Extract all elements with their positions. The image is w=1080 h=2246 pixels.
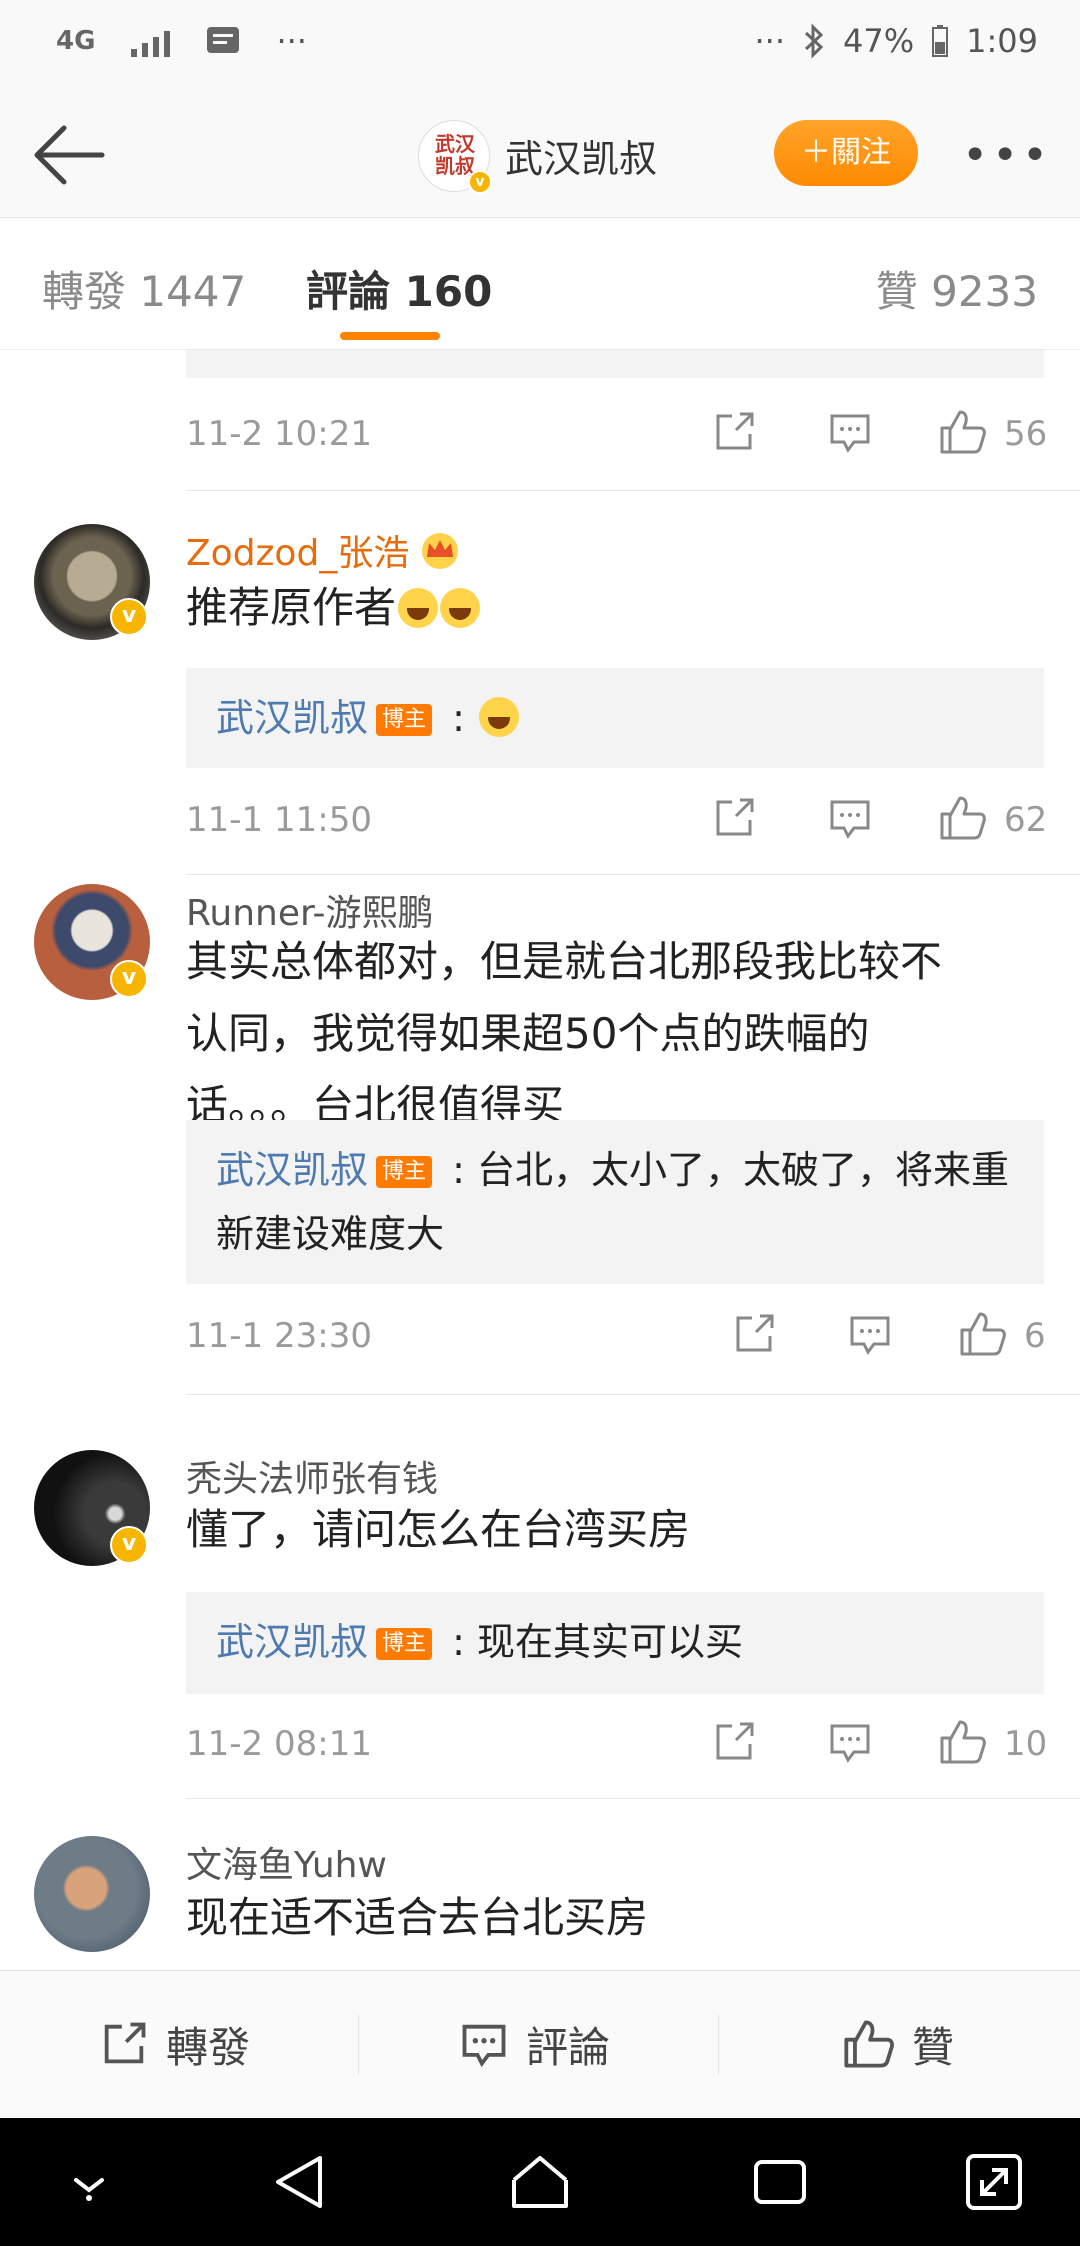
- battery-icon: [932, 25, 949, 57]
- reply-box[interactable]: 武汉凯叔 博主 : 台北，太小了，太破了，将来重新建设难度大: [186, 1120, 1044, 1284]
- comment-meta: 11-2 08:11 10: [186, 1714, 1048, 1774]
- comment-label: 評論: [526, 2022, 611, 2072]
- divider: [186, 874, 1080, 875]
- comment-text: 其实总体都对，但是就台北那段我比较不认同，我觉得如果超50个点的跌幅的话。。。台…: [186, 937, 943, 1130]
- reply-text: : 现在其实可以买: [440, 1620, 743, 1664]
- like-icon: [844, 2020, 894, 2068]
- more-status-indicator: ···: [754, 22, 786, 60]
- back-nav-icon[interactable]: [270, 2150, 330, 2214]
- reply-author[interactable]: 武汉凯叔: [216, 696, 368, 740]
- clock: 1:09: [966, 22, 1038, 60]
- comment-text: 懂了，请问怎么在台湾买房: [186, 1505, 691, 1554]
- verified-badge-icon: v: [110, 960, 148, 998]
- message-icon: [207, 27, 240, 53]
- system-navigation-bar: [0, 2118, 1080, 2246]
- comment-list[interactable]: 11-2 10:21 56 v Zodzod_张浩 推荐原作者 武汉凯叔 博主 :…: [0, 350, 1080, 1970]
- comment-text: 现在适不适合去台北买房: [186, 1893, 649, 1942]
- like-count: 6: [1024, 1316, 1046, 1356]
- share-icon[interactable]: [710, 794, 758, 842]
- comment-time: 11-2 10:21: [186, 414, 372, 454]
- repost-label: 轉發: [166, 2022, 251, 2072]
- reply-box[interactable]: 武汉凯叔 博主 : 现在其实可以买: [186, 1592, 1044, 1694]
- like-icon[interactable]: [938, 1718, 988, 1766]
- like-label: 贊: [912, 2022, 955, 2072]
- share-icon[interactable]: [710, 1718, 758, 1766]
- more-notifications-indicator: ···: [276, 22, 307, 60]
- rotate-screen-icon[interactable]: [962, 2150, 1026, 2214]
- like-icon[interactable]: [958, 1310, 1008, 1358]
- comment-icon: [462, 2024, 506, 2068]
- divider: [186, 490, 1080, 491]
- separator: [358, 2015, 359, 2075]
- reply-box[interactable]: [186, 350, 1044, 378]
- reply-author[interactable]: 武汉凯叔: [216, 1148, 368, 1192]
- follow-button[interactable]: ＋關注: [774, 120, 918, 186]
- back-arrow-icon[interactable]: [30, 120, 110, 190]
- share-icon[interactable]: [730, 1310, 778, 1358]
- comment-time: 11-1 11:50: [186, 800, 372, 840]
- verified-badge-icon: v: [468, 170, 492, 194]
- comment-icon[interactable]: [826, 794, 874, 842]
- comment-button[interactable]: 評論: [458, 2009, 610, 2079]
- comment-icon[interactable]: [826, 408, 874, 456]
- status-bar: 4G ··· ··· 47% 1:09: [0, 0, 1080, 90]
- home-nav-icon[interactable]: [508, 2150, 572, 2214]
- grinning-emoji-icon: [479, 697, 519, 737]
- divider: [186, 1394, 1080, 1395]
- bottom-action-bar: 轉發 評論 贊: [0, 1970, 1080, 2118]
- like-count: 62: [1004, 800, 1048, 840]
- laughing-emoji-icon: [398, 588, 439, 628]
- crown-icon: [422, 533, 459, 569]
- author-name[interactable]: 武汉凯叔: [505, 128, 657, 183]
- like-icon[interactable]: [938, 408, 988, 456]
- separator: [718, 2015, 719, 2075]
- more-options-icon[interactable]: •••: [962, 130, 1052, 181]
- recent-apps-icon[interactable]: [748, 2150, 812, 2214]
- author-tag: 博主: [376, 704, 433, 736]
- comment-icon[interactable]: [846, 1310, 894, 1358]
- commenter-name[interactable]: 文海鱼Yuhw: [186, 1836, 387, 1888]
- comment-icon[interactable]: [826, 1718, 874, 1766]
- like-count: 10: [1004, 1724, 1048, 1764]
- bluetooth-icon: [804, 23, 824, 59]
- like-button[interactable]: 贊: [842, 2009, 954, 2079]
- comment-meta: 11-1 11:50 62: [186, 790, 1048, 850]
- network-icon: 4G: [56, 26, 96, 56]
- top-nav-bar: 武汉 凯叔 v 武汉凯叔 ＋關注 •••: [0, 90, 1080, 218]
- battery-percent: 47%: [843, 22, 915, 60]
- comment-meta: 11-2 10:21 56: [186, 404, 1048, 464]
- verified-badge-icon: v: [110, 598, 148, 636]
- active-tab-indicator: [340, 332, 440, 340]
- divider: [186, 1798, 1080, 1799]
- author-tag: 博主: [376, 1156, 433, 1188]
- signal-icon: [131, 25, 171, 57]
- commenter-name[interactable]: Zodzod_张浩: [186, 524, 463, 576]
- reply-author[interactable]: 武汉凯叔: [216, 1620, 368, 1664]
- comment-meta: 11-1 23:30 6: [186, 1306, 1046, 1366]
- tab-likes[interactable]: 贊 9233: [876, 258, 1038, 319]
- post-tabs: 轉發 1447 評論 160 贊 9233: [0, 218, 1080, 350]
- comment-text: 推荐原作者: [186, 572, 1046, 644]
- share-icon: [104, 2022, 146, 2064]
- like-count: 56: [1004, 414, 1048, 454]
- reply-box[interactable]: 武汉凯叔 博主 :: [186, 668, 1044, 768]
- tab-repost[interactable]: 轉發 1447: [42, 258, 246, 319]
- tab-comments[interactable]: 評論 160: [306, 258, 492, 319]
- repost-button[interactable]: 轉發: [98, 2009, 250, 2079]
- user-avatar[interactable]: [34, 1836, 150, 1952]
- author-tag: 博主: [376, 1628, 433, 1660]
- comment-time: 11-2 08:11: [186, 1724, 372, 1764]
- hide-keyboard-icon[interactable]: [64, 2150, 114, 2214]
- like-icon[interactable]: [938, 794, 988, 842]
- share-icon[interactable]: [710, 408, 758, 456]
- comment-time: 11-1 23:30: [186, 1316, 372, 1356]
- tears-of-joy-emoji-icon: [440, 588, 481, 628]
- reply-text: :: [440, 696, 477, 740]
- verified-badge-icon: v: [110, 1526, 148, 1564]
